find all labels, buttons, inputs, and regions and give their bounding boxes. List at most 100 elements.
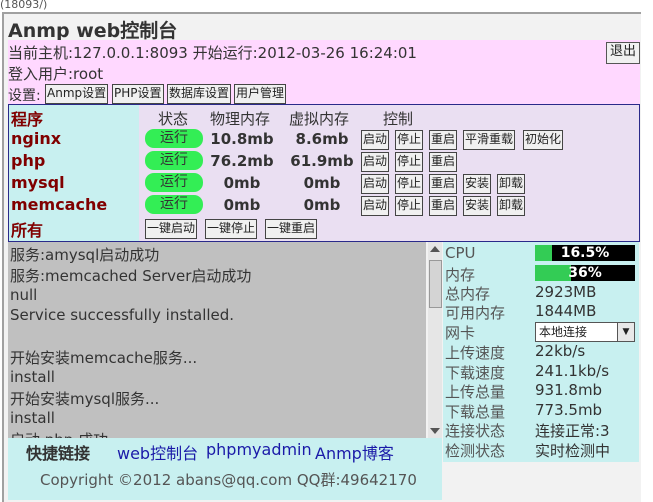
download-total-label: 下载总量	[445, 403, 506, 421]
log-line: 服务:amysql启动成功	[10, 246, 160, 264]
memcache-physical-memory: 0mb	[223, 196, 261, 214]
program-php: php	[11, 151, 46, 170]
log-scrollbar[interactable]	[428, 242, 442, 438]
log-line: Service successfully installed.	[10, 306, 235, 324]
nginx-initialize-button[interactable]: 初始化	[523, 130, 564, 150]
mysql-stop-button[interactable]: 停止	[395, 174, 424, 194]
mysql-physical-memory: 0mb	[223, 174, 261, 192]
chevron-down-icon[interactable]: ▼	[617, 323, 634, 341]
status-header: 状态	[158, 110, 189, 128]
nic-select[interactable]: 本地连接 ▼	[535, 322, 635, 342]
log-line: null	[10, 286, 38, 304]
php-virtual-memory: 61.9mb	[290, 152, 354, 170]
anmp-settings-button[interactable]: Anmp设置	[45, 84, 109, 104]
php-start-button[interactable]: 启动	[361, 152, 390, 172]
memory-value: 36%	[568, 265, 602, 281]
user-management-button[interactable]: 用户管理	[234, 84, 287, 104]
settings-label: 设置:	[8, 88, 41, 104]
quick-links-label: 快捷链接	[26, 444, 91, 463]
php-status-badge: 运行	[145, 151, 203, 170]
nginx-graceful-reload-button[interactable]: 平滑重载	[463, 130, 516, 150]
program-mysql: mysql	[11, 173, 65, 192]
browser-address-remnant: (18093/)	[0, 0, 653, 12]
program-memcache: memcache	[11, 195, 108, 214]
scroll-thumb[interactable]	[429, 260, 442, 308]
scroll-down-icon[interactable]	[430, 428, 440, 434]
mysql-virtual-memory: 0mb	[303, 174, 341, 192]
php-restart-button[interactable]: 重启	[429, 152, 458, 172]
memory-gauge: 36%	[535, 265, 635, 281]
scroll-up-icon[interactable]	[430, 246, 440, 252]
memcache-stop-button[interactable]: 停止	[395, 196, 424, 216]
mysql-status-badge: 运行	[145, 173, 203, 192]
php-stop-button[interactable]: 停止	[395, 152, 424, 172]
memcache-restart-button[interactable]: 重启	[429, 196, 458, 216]
logout-button[interactable]: 退出	[605, 42, 640, 64]
database-settings-button[interactable]: 数据库设置	[167, 84, 232, 104]
start-all-button[interactable]: 一键启动	[145, 219, 198, 239]
control-header: 控制	[383, 110, 414, 128]
nginx-start-button[interactable]: 启动	[361, 130, 390, 150]
nginx-restart-button[interactable]: 重启	[429, 130, 458, 150]
mysql-restart-button[interactable]: 重启	[429, 174, 458, 194]
upload-speed-label: 上传速度	[445, 344, 506, 362]
app-title: Anmp web控制台	[8, 16, 638, 42]
log-output[interactable]: 服务:amysql启动成功 服务:memcached Server启动成功 nu…	[8, 242, 426, 438]
process-table: 程序 nginx php mysql memcache 所有 状态 物理内存 虚…	[8, 104, 640, 242]
php-settings-button[interactable]: PHP设置	[112, 84, 164, 104]
nic-label: 网卡	[445, 324, 476, 342]
upload-total-value: 931.8mb	[535, 381, 603, 399]
log-line: 开始安装memcache服务...	[10, 349, 198, 367]
physical-memory-header: 物理内存	[210, 110, 271, 128]
program-all: 所有	[11, 221, 44, 240]
log-line: 启动 php 成功	[10, 429, 108, 438]
web-console-link[interactable]: web控制台	[117, 440, 198, 464]
cpu-gauge: 16.5%	[535, 245, 635, 261]
program-nginx: nginx	[11, 129, 62, 148]
copyright: Copyright ©2012 abans@qq.com QQ群:4964217…	[40, 471, 417, 489]
log-line: 开始安装mysql服务...	[10, 390, 160, 408]
download-total-value: 773.5mb	[535, 401, 603, 419]
free-memory-value: 1844MB	[535, 302, 597, 320]
restart-all-button[interactable]: 一键重启	[265, 219, 318, 239]
memcache-uninstall-button[interactable]: 卸载	[497, 196, 526, 216]
anmp-blog-link[interactable]: Anmp博客	[315, 440, 394, 464]
virtual-memory-header: 虚拟内存	[289, 110, 350, 128]
nic-selected-value: 本地连接	[539, 325, 588, 339]
host-info-bar: 当前主机:127.0.0.1:8093 开始运行:2012-03-26 16:2…	[8, 40, 640, 84]
mysql-install-button[interactable]: 安装	[463, 174, 492, 194]
phpmyadmin-link[interactable]: phpmyadmin	[206, 440, 312, 459]
memcache-start-button[interactable]: 启动	[361, 196, 390, 216]
mysql-uninstall-button[interactable]: 卸载	[497, 174, 526, 194]
check-status-label: 检测状态	[445, 442, 506, 460]
memcache-install-button[interactable]: 安装	[463, 196, 492, 216]
log-line: install	[10, 409, 55, 427]
settings-bar: 设置: Anmp设置 PHP设置 数据库设置 用户管理	[8, 84, 640, 104]
free-memory-label: 可用内存	[445, 304, 506, 322]
memcache-virtual-memory: 0mb	[303, 196, 341, 214]
total-memory-label: 总内存	[445, 285, 491, 303]
upload-total-label: 上传总量	[445, 383, 506, 401]
download-speed-value: 241.1kb/s	[535, 362, 610, 380]
total-memory-value: 2923MB	[535, 283, 597, 301]
upload-speed-value: 22kb/s	[535, 342, 586, 360]
memory-label: 内存	[445, 266, 476, 284]
stop-all-button[interactable]: 一键停止	[205, 219, 258, 239]
check-status-value: 实时检测中	[535, 442, 611, 460]
logged-in-user: 登入用户:root	[8, 65, 104, 83]
footer: 快捷链接 web控制台 phpmyadmin Anmp博客 Copyright …	[8, 438, 442, 500]
program-column: 程序 nginx php mysql memcache 所有	[9, 105, 139, 241]
memcache-status-badge: 运行	[145, 195, 203, 214]
system-stats-panel: CPU 16.5% 内存 36% 总内存 2923MB 可用内存 1844MB …	[443, 242, 639, 462]
download-speed-label: 下载速度	[445, 364, 506, 382]
connection-status-label: 连接状态	[445, 422, 506, 440]
log-line: 服务:memcached Server启动成功	[10, 267, 252, 285]
log-line: install	[10, 368, 55, 386]
nginx-stop-button[interactable]: 停止	[395, 130, 424, 150]
program-header: 程序	[11, 110, 44, 129]
nginx-physical-memory: 10.8mb	[210, 130, 274, 148]
host-info: 当前主机:127.0.0.1:8093 开始运行:2012-03-26 16:2…	[8, 44, 417, 62]
php-physical-memory: 76.2mb	[210, 152, 274, 170]
mysql-start-button[interactable]: 启动	[361, 174, 390, 194]
cpu-value: 16.5%	[560, 245, 610, 261]
